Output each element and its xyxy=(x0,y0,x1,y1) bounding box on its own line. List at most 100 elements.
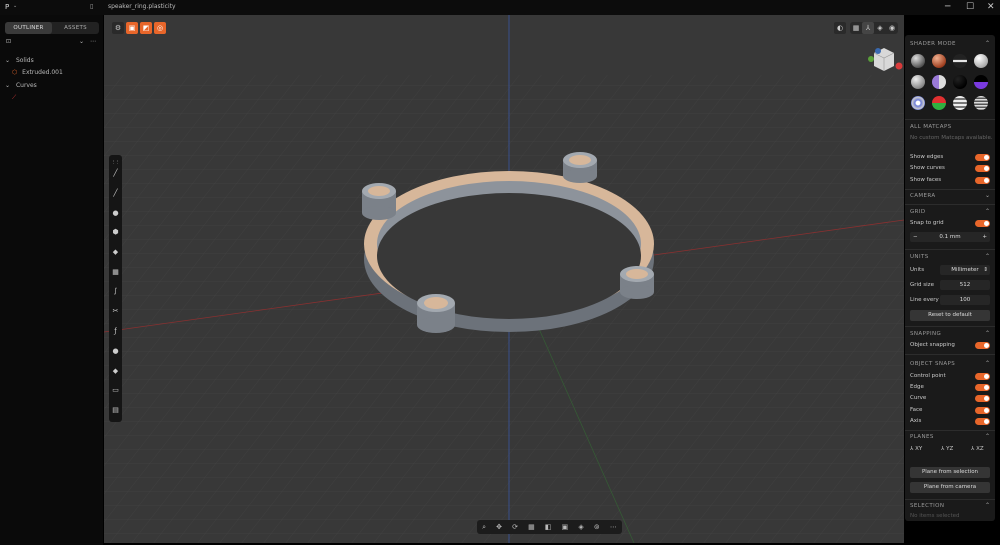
matcap-white-button[interactable] xyxy=(974,54,988,68)
orbit-icon[interactable]: ⟳ xyxy=(512,523,518,531)
axis-button[interactable]: ⅄ xyxy=(862,22,874,34)
close-button[interactable]: ✕ xyxy=(987,2,995,12)
matcap-purple-button[interactable] xyxy=(932,75,946,89)
tab-assets[interactable]: ASSETS xyxy=(52,22,99,34)
snap-icon[interactable]: ◈ xyxy=(578,523,583,531)
select-mode-button[interactable]: ▣ xyxy=(126,22,138,34)
decrement-button[interactable]: − xyxy=(913,232,918,242)
chevron-up-icon[interactable]: ⌃ xyxy=(985,253,990,260)
chevron-up-icon[interactable]: ⌃ xyxy=(985,40,990,47)
section-shader-mode[interactable]: SHADER MODE xyxy=(910,41,956,47)
zoom-icon[interactable]: ⌕ xyxy=(482,523,486,532)
plane-xz-button[interactable]: ⅄ XZ xyxy=(971,446,984,452)
snap-control-point-toggle[interactable] xyxy=(975,373,990,380)
chevron-up-icon[interactable]: ⌃ xyxy=(985,208,990,215)
show-edges-toggle[interactable] xyxy=(975,154,990,161)
snap-axis-toggle[interactable] xyxy=(975,418,990,425)
cut-tool-icon[interactable]: ✂ xyxy=(111,307,120,316)
maximize-button[interactable]: ☐ xyxy=(966,2,974,12)
matcap-normal-button[interactable] xyxy=(932,96,946,110)
plane-from-selection-button[interactable]: Plane from selection xyxy=(910,467,990,478)
chevron-up-icon[interactable]: ⌃ xyxy=(985,502,990,509)
chevron-down-icon[interactable]: ⌄ xyxy=(79,38,84,45)
more-icon[interactable]: ⋯ xyxy=(90,38,96,45)
plane-yz-button[interactable]: ⅄ YZ xyxy=(941,446,953,452)
mount-tab xyxy=(417,294,455,333)
matcap-stripe-button[interactable] xyxy=(953,54,967,68)
cylinder-tool-icon[interactable]: ◆ xyxy=(111,248,120,257)
increment-button[interactable]: + xyxy=(982,232,987,242)
more-icon[interactable]: ⋯ xyxy=(610,523,617,531)
matcap-zebra-button[interactable] xyxy=(953,96,967,110)
chevron-up-icon[interactable]: ⌃ xyxy=(985,330,990,337)
3d-viewport[interactable]: ⚙ ▣ ◩ ◎ ◐ ▦ ⅄ ◈ ◉ ⋮⋮ ╱ ╱ ● ⬢ ◆ ▦ ∫ ✂ ƒ ●… xyxy=(104,15,904,543)
wireframe-button[interactable]: ▦ xyxy=(850,22,862,34)
render-button[interactable]: ◉ xyxy=(886,22,898,34)
matcap-black-button[interactable] xyxy=(953,75,967,89)
grid-size-input[interactable]: 512 xyxy=(940,280,990,290)
fillet-tool-icon[interactable]: ƒ xyxy=(111,327,120,336)
snap-to-grid-toggle[interactable] xyxy=(975,220,990,227)
reset-to-default-button[interactable]: Reset to default xyxy=(910,310,990,321)
outliner-item-extruded[interactable]: ⬡ Extruded.001 xyxy=(12,69,63,76)
section-all-matcaps[interactable]: ALL MATCAPS xyxy=(910,124,952,130)
matcap-violet-button[interactable] xyxy=(974,75,988,89)
group-solids[interactable]: ⌄ Solids xyxy=(5,57,34,64)
tab-outliner[interactable]: OUTLINER xyxy=(5,22,52,34)
show-curves-toggle[interactable] xyxy=(975,165,990,172)
circle-tool-icon[interactable]: ● xyxy=(111,209,120,218)
chevron-up-icon[interactable]: ⌃ xyxy=(985,360,990,367)
matcap-target-button[interactable] xyxy=(911,96,925,110)
face-mode-button[interactable]: ◩ xyxy=(140,22,152,34)
palette-handle-icon[interactable]: ⋮⋮ xyxy=(111,157,120,166)
units-select[interactable]: Millimeter ⇕ xyxy=(940,265,990,275)
app-menu-button[interactable]: P xyxy=(5,3,9,11)
sphere-tool-icon[interactable]: ● xyxy=(111,347,120,356)
shaded-button[interactable]: ◈ xyxy=(874,22,886,34)
extrude-tool-icon[interactable]: ▭ xyxy=(111,386,120,395)
polygon-tool-icon[interactable]: ⬢ xyxy=(111,228,120,237)
duplicate-icon[interactable]: ▣ xyxy=(562,523,569,531)
matcap-silver-button[interactable] xyxy=(911,75,925,89)
section-selection[interactable]: SELECTION xyxy=(910,503,944,509)
xray-toggle[interactable]: ◐ xyxy=(834,22,846,34)
curve-tool-icon[interactable]: ╱ xyxy=(111,189,120,198)
section-planes[interactable]: PLANES xyxy=(910,434,934,440)
snap-curve-toggle[interactable] xyxy=(975,395,990,402)
settings-button[interactable]: ⚙ xyxy=(112,22,124,34)
minimize-button[interactable]: ─ xyxy=(945,2,950,12)
boolean-tool-icon[interactable]: ▤ xyxy=(111,406,120,415)
section-icon[interactable]: ◧ xyxy=(545,523,552,531)
snap-face-toggle[interactable] xyxy=(975,407,990,414)
group-icon[interactable]: ⊚ xyxy=(594,523,600,531)
section-snapping[interactable]: SNAPPING xyxy=(910,331,941,337)
matcap-lines-button[interactable] xyxy=(974,96,988,110)
show-faces-toggle[interactable] xyxy=(975,177,990,184)
curve-icon[interactable]: ⟋ xyxy=(12,94,16,102)
matcap-clay-button[interactable] xyxy=(932,54,946,68)
section-grid[interactable]: GRID xyxy=(910,209,926,215)
matcap-gray-button[interactable] xyxy=(911,54,925,68)
group-curves[interactable]: ⌄ Curves xyxy=(5,82,37,89)
spiral-tool-icon[interactable]: ∫ xyxy=(111,287,120,296)
frame-icon[interactable]: ▦ xyxy=(528,523,535,531)
pan-icon[interactable]: ✥ xyxy=(496,523,502,531)
section-object-snaps[interactable]: OBJECT SNAPS xyxy=(910,361,955,367)
text-tool-icon[interactable]: ▦ xyxy=(111,268,120,277)
chevron-down-icon[interactable]: ⌄ xyxy=(13,3,17,9)
snap-edge-toggle[interactable] xyxy=(975,384,990,391)
box-tool-icon[interactable]: ◆ xyxy=(111,367,120,376)
section-camera[interactable]: CAMERA xyxy=(910,193,936,199)
grid-increment-stepper[interactable]: − 0.1 mm + xyxy=(910,232,990,242)
section-units[interactable]: UNITS xyxy=(910,254,929,260)
title-bar: P ⌄ ▯ speaker_ring.plasticity ─ ☐ ✕ xyxy=(0,0,1000,15)
plane-xy-button[interactable]: ⅄ XY xyxy=(910,446,922,452)
line-tool-icon[interactable]: ╱ xyxy=(111,169,120,178)
object-snapping-toggle[interactable] xyxy=(975,342,990,349)
chevron-down-icon[interactable]: ⌄ xyxy=(985,192,990,199)
chevron-up-icon[interactable]: ⌃ xyxy=(985,433,990,440)
plane-from-camera-button[interactable]: Plane from camera xyxy=(910,482,990,493)
solid-mode-button[interactable]: ◎ xyxy=(154,22,166,34)
line-every-input[interactable]: 100 xyxy=(940,295,990,305)
add-icon[interactable]: ⊡ xyxy=(6,38,11,45)
